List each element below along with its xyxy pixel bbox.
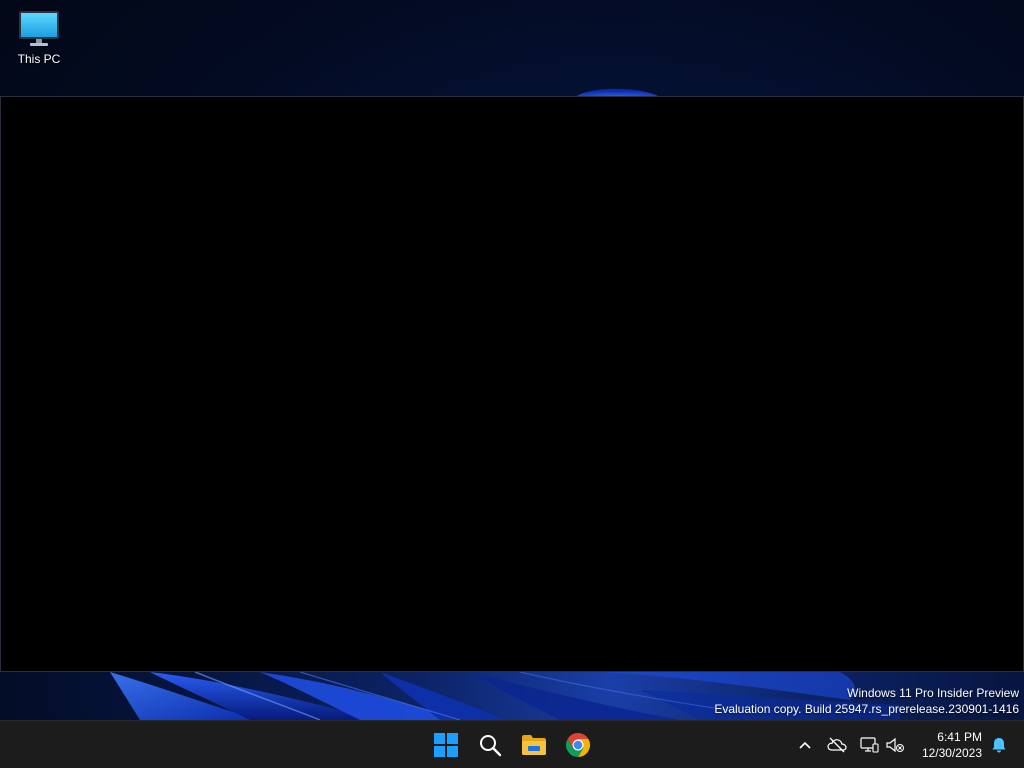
bell-icon [992,738,1006,753]
start-button[interactable] [426,725,466,765]
taskbar-clock[interactable]: 6:41 PM 12/30/2023 [922,729,982,761]
windows-logo-icon [434,733,458,757]
desktop[interactable]: This PC Windows 11 Pro Insider Preview E… [0,0,1024,720]
black-window[interactable] [0,96,1024,672]
network-icon [860,737,879,753]
taskbar: 6:41 PM 12/30/2023 [0,720,1024,768]
clock-time: 6:41 PM [937,730,982,744]
evaluation-watermark: Windows 11 Pro Insider Preview Evaluatio… [714,685,1019,717]
search-icon [480,735,502,757]
cloud-offline-icon [827,737,847,753]
speaker-muted-icon [886,737,904,753]
show-hidden-icons-button[interactable] [792,731,818,759]
watermark-edition: Windows 11 Pro Insider Preview [847,686,1019,700]
volume-tray-button[interactable] [882,731,908,759]
onedrive-tray-button[interactable] [824,731,850,759]
file-explorer-button[interactable] [514,725,554,765]
notifications-button[interactable] [986,731,1012,759]
desktop-icon-this-pc[interactable]: This PC [8,8,70,76]
search-button[interactable] [470,725,510,765]
desktop-icon-label: This PC [17,52,61,66]
watermark-build: Evaluation copy. Build 25947.rs_prerelea… [714,702,1019,716]
network-tray-button[interactable] [856,731,882,759]
folder-icon [522,735,546,755]
chrome-icon [565,733,591,757]
chevron-up-icon [799,741,811,749]
monitor-icon [19,11,59,46]
chrome-button[interactable] [558,725,598,765]
clock-date: 12/30/2023 [921,746,982,760]
